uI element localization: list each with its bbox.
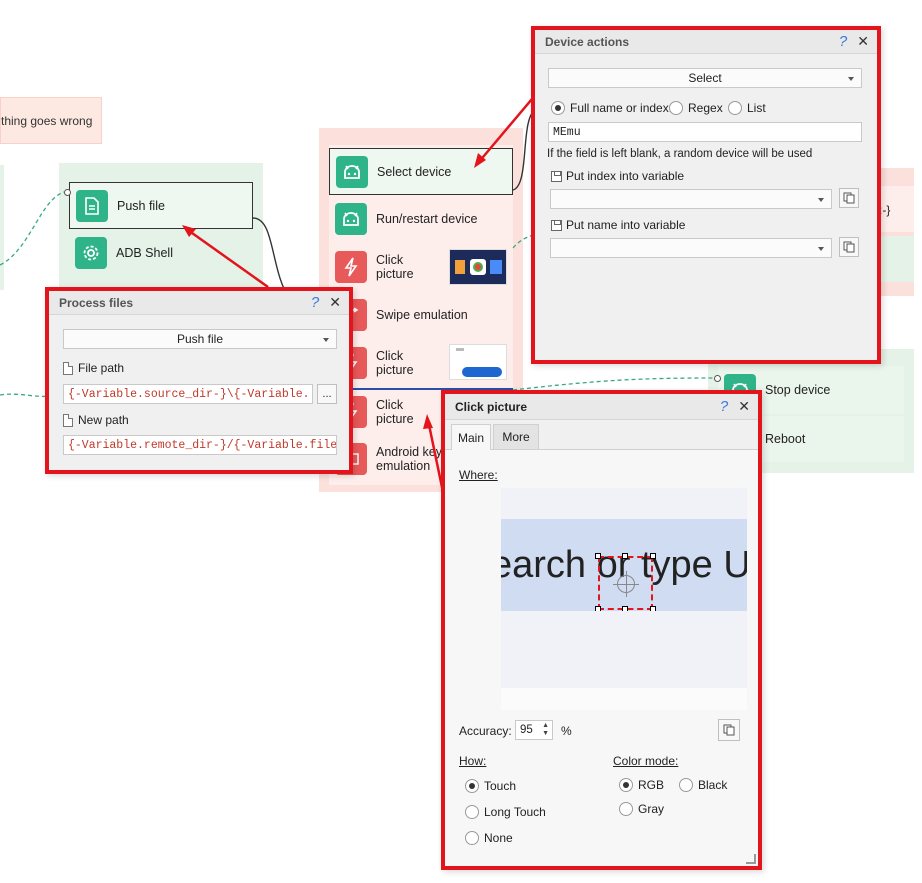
crosshair-v xyxy=(626,571,627,597)
panel-title: Process files xyxy=(59,295,134,310)
copy-icon xyxy=(723,724,735,736)
radio-button[interactable] xyxy=(465,831,479,845)
new-path-input[interactable]: {-Variable.remote_dir-}/{-Variable.file xyxy=(63,435,337,455)
blank-hint: If the field is left blank, a random dev… xyxy=(547,148,813,160)
radio-long-touch[interactable]: Long Touch xyxy=(465,805,546,819)
accuracy-spinner[interactable]: 95 ▲ ▼ xyxy=(515,720,553,740)
close-icon[interactable]: ✕ xyxy=(329,294,341,311)
file-icon xyxy=(63,361,73,375)
preview-footer xyxy=(501,688,747,710)
radio-list[interactable]: List xyxy=(728,101,766,115)
file-icon xyxy=(63,413,73,427)
chevron-down-icon xyxy=(848,77,854,81)
accuracy-label: Accuracy: xyxy=(459,724,512,738)
radio-full-name[interactable]: Full name or index: xyxy=(551,101,672,115)
device-actions-panel[interactable]: Device actions ? ✕ Select Full name or i… xyxy=(531,26,881,364)
index-variable-label: Put index into variable xyxy=(551,169,684,183)
help-icon[interactable]: ? xyxy=(311,294,319,311)
process-files-panel[interactable]: Process files ? ✕ Push file File path {-… xyxy=(45,287,353,474)
resize-handle[interactable] xyxy=(595,553,601,559)
tab-main[interactable]: Main xyxy=(451,424,491,451)
radio-touch[interactable]: Touch xyxy=(465,779,516,793)
picture-preview: earch or type U xyxy=(501,519,747,611)
copy-button[interactable] xyxy=(718,719,740,741)
action-select-value: Select xyxy=(688,71,722,85)
radio-button[interactable] xyxy=(551,101,565,115)
accuracy-unit: % xyxy=(561,724,572,738)
chevron-down-icon xyxy=(323,338,329,342)
radio-button[interactable] xyxy=(619,802,633,816)
panel-title: Device actions xyxy=(545,34,630,49)
resize-handle[interactable] xyxy=(595,606,601,611)
help-icon[interactable]: ? xyxy=(839,33,847,50)
device-name-value: MEmu xyxy=(553,125,581,139)
radio-gray[interactable]: Gray xyxy=(619,802,664,816)
how-label: How: xyxy=(459,754,487,768)
file-path-input[interactable]: {-Variable.source_dir-}\{-Variable. xyxy=(63,384,313,404)
where-label: Where: xyxy=(459,468,498,482)
copy-button[interactable] xyxy=(839,188,859,208)
radio-regex[interactable]: Regex xyxy=(669,101,723,115)
panel-titlebar[interactable]: Device actions ? ✕ xyxy=(535,30,877,54)
new-path-label: New path xyxy=(63,413,129,427)
copy-icon xyxy=(843,241,855,253)
picture-preview-area[interactable]: earch or type U xyxy=(501,488,747,710)
radio-black[interactable]: Black xyxy=(679,778,727,792)
copy-button[interactable] xyxy=(839,237,859,257)
radio-button[interactable] xyxy=(465,779,479,793)
action-select[interactable]: Push file xyxy=(63,329,337,349)
name-variable-label: Put name into variable xyxy=(551,218,685,232)
resize-grip-icon[interactable] xyxy=(746,854,756,864)
panel-titlebar[interactable]: Process files ? ✕ xyxy=(49,291,349,315)
help-icon[interactable]: ? xyxy=(720,398,728,415)
close-icon[interactable]: ✕ xyxy=(857,33,869,50)
save-icon xyxy=(551,219,562,231)
close-icon[interactable]: ✕ xyxy=(738,398,750,415)
radio-button[interactable] xyxy=(465,805,479,819)
panel-titlebar[interactable]: Click picture ? ✕ xyxy=(445,394,758,420)
spinner-arrows-icon[interactable]: ▲ ▼ xyxy=(542,722,549,738)
color-mode-label: Color mode: xyxy=(613,754,679,768)
index-variable-select[interactable] xyxy=(550,189,832,209)
radio-button[interactable] xyxy=(728,101,742,115)
resize-handle[interactable] xyxy=(622,606,628,611)
new-path-value: {-Variable.remote_dir-}/{-Variable.file xyxy=(68,438,337,452)
radio-none[interactable]: None xyxy=(465,831,513,845)
copy-icon xyxy=(843,192,855,204)
file-path-value: {-Variable.source_dir-}\{-Variable. xyxy=(68,387,310,401)
panel-title: Click picture xyxy=(455,399,528,414)
action-select[interactable]: Select xyxy=(548,68,862,88)
name-variable-select[interactable] xyxy=(550,238,832,258)
tab-bar: Main More xyxy=(445,420,758,451)
radio-rgb[interactable]: RGB xyxy=(619,778,664,792)
click-picture-panel[interactable]: Click picture ? ✕ Main More Where: earch… xyxy=(441,390,762,870)
radio-button[interactable] xyxy=(619,778,633,792)
chevron-down-icon xyxy=(818,198,824,202)
radio-button[interactable] xyxy=(669,101,683,115)
browse-button[interactable]: ... xyxy=(317,384,337,404)
save-icon xyxy=(551,170,562,182)
resize-handle[interactable] xyxy=(650,606,656,611)
file-path-label: File path xyxy=(63,361,124,375)
chevron-down-icon xyxy=(818,247,824,251)
accuracy-value: 95 xyxy=(520,724,533,736)
resize-handle[interactable] xyxy=(622,553,628,559)
resize-handle[interactable] xyxy=(650,553,656,559)
action-select-value: Push file xyxy=(176,332,224,346)
tab-more[interactable]: More xyxy=(493,424,539,450)
radio-button[interactable] xyxy=(679,778,693,792)
device-name-input[interactable]: MEmu xyxy=(548,122,862,142)
